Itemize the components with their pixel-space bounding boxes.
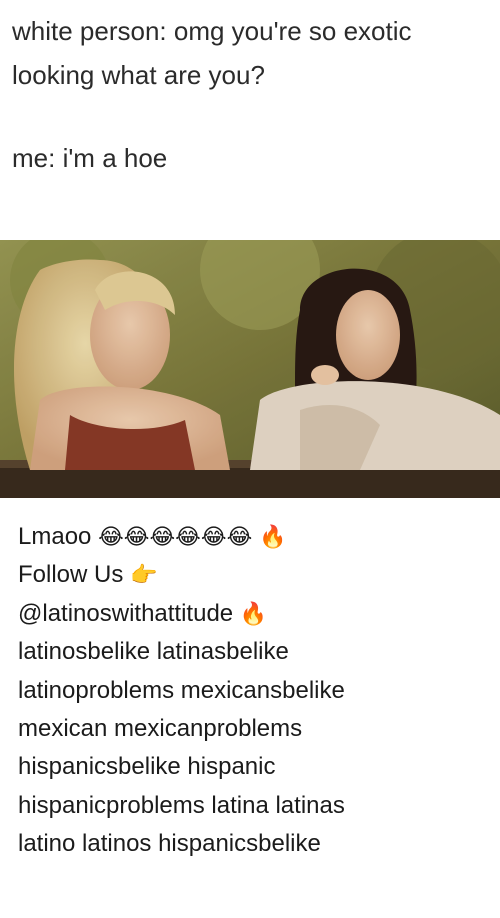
laughing-emoji-icon: 😂😂😂😂😂😂 🔥 [98, 525, 287, 550]
meme-line-1: white person: omg you're so exotic [12, 16, 412, 46]
caption-tags-4: hispanicsbelike hispanic [18, 753, 276, 781]
post-caption: Lmaoo 😂😂😂😂😂😂 🔥 Follow Us 👉 @latinoswitha… [18, 518, 488, 864]
fire-icon: 🔥 [239, 601, 268, 627]
caption-tags-2: latinoproblems mexicansbelike [18, 676, 345, 704]
caption-follow-us: Follow Us [18, 561, 124, 589]
caption-handle-link[interactable]: @latinoswithattitude [18, 600, 233, 627]
film-still-image [0, 240, 500, 498]
caption-lmaoo: Lmaoo [18, 523, 92, 550]
caption-row-3: @latinoswithattitude 🔥 [18, 595, 488, 633]
meme-photo [0, 240, 500, 498]
caption-row-1: Lmaoo 😂😂😂😂😂😂 🔥 [18, 518, 488, 556]
meme-line-2: looking what are you? [12, 60, 265, 90]
meme-line-3: me: i'm a hoe [12, 143, 168, 173]
meme-text-panel: white person: omg you're so exotic looki… [0, 0, 500, 240]
pointing-hand-icon: 👉 [130, 563, 158, 589]
caption-tags-1: latinosbelike latinasbelike [18, 638, 289, 666]
caption-tags-3: mexican mexicanproblems [18, 714, 303, 742]
caption-tags-6: latino latinos hispanicsbelike [18, 830, 321, 858]
caption-tags-5: hispanicproblems latina latinas [18, 791, 345, 819]
caption-row-2: Follow Us 👉 [18, 556, 488, 594]
